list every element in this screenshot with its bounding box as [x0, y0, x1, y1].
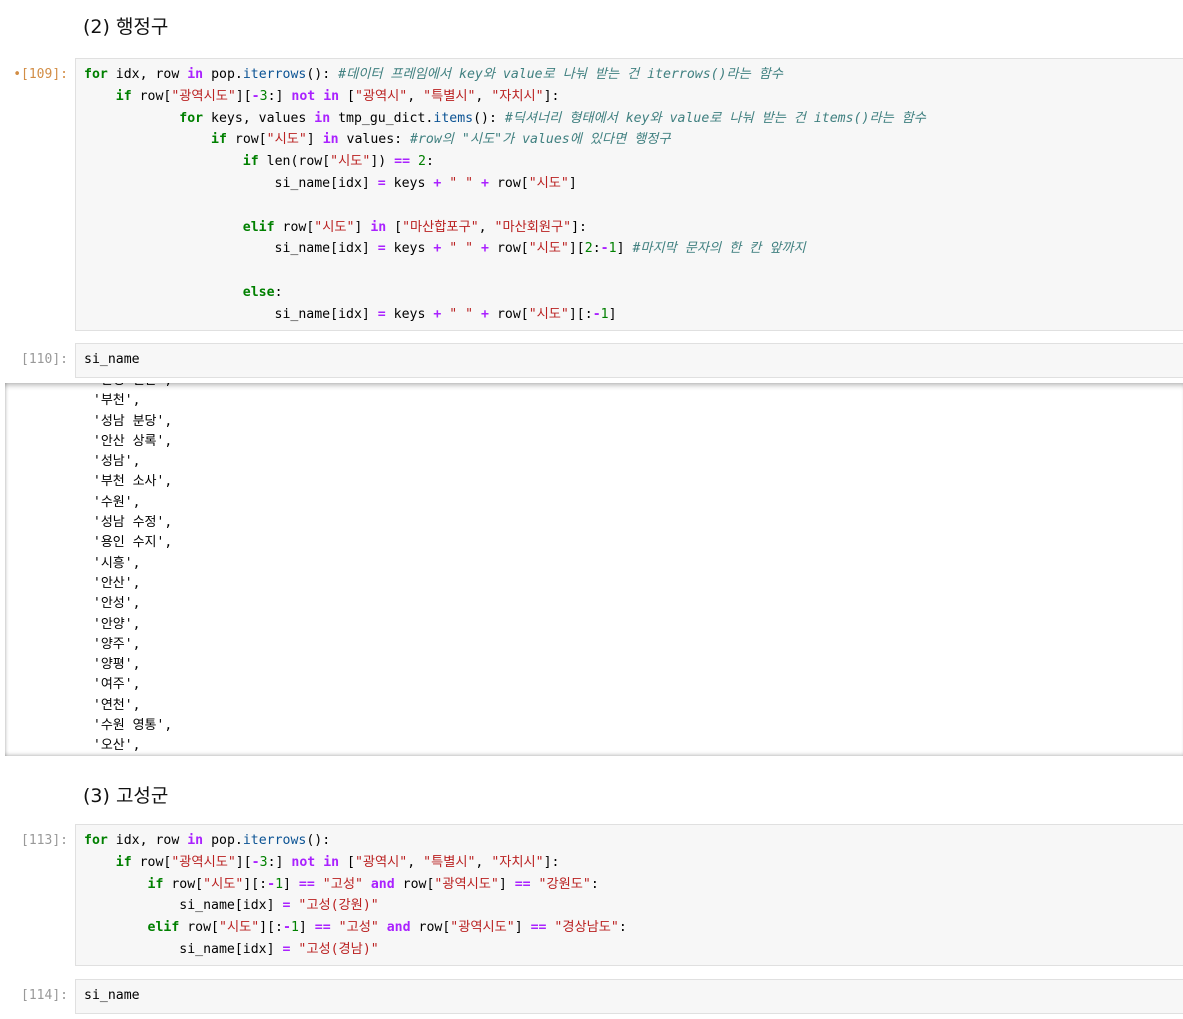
output-line: '부천 소사',	[93, 474, 173, 490]
output-line: '양평',	[93, 657, 141, 673]
output-line: '여주',	[93, 677, 141, 693]
output-line: '오산',	[93, 738, 141, 754]
output-line: '성남 분당',	[93, 413, 173, 429]
output-line: '양주',	[93, 636, 141, 652]
output-line: '부천',	[93, 393, 141, 409]
output-line: '용인 수지',	[93, 535, 173, 551]
output-line: '연천',	[93, 697, 141, 713]
code-cell-113[interactable]: for idx, row in pop.iterrows(): if row["…	[75, 824, 1183, 966]
output-line: '안산',	[93, 575, 141, 591]
code-cell-110-source: si_name	[84, 352, 140, 367]
output-line: '안성 일산',	[93, 383, 172, 391]
output-line: '성남',	[93, 454, 141, 470]
section-heading-goseong: (3) 고성군	[83, 785, 169, 807]
code-cell-114[interactable]: si_name	[75, 979, 1183, 1014]
output-list: '안성 일산', '부천', '성남 분당', '안산 상록', '성남', '부천 소사…	[93, 383, 172, 756]
output-line: '수원',	[93, 494, 141, 510]
code-cell-110[interactable]: si_name	[75, 343, 1183, 378]
output-line: '수원 영통',	[93, 718, 173, 734]
output-scroll-area[interactable]: '안성 일산', '부천', '성남 분당', '안산 상록', '성남', '부천 소사…	[5, 383, 1183, 756]
code-cell-109-source: for idx, row in pop.iterrows(): #데이터 프레임…	[84, 67, 926, 322]
output-line: '시흥',	[93, 555, 141, 571]
output-line: '성남 수정',	[93, 515, 173, 531]
output-line: '안산 상록',	[93, 433, 173, 449]
cell-prompt-114: [114]:	[21, 988, 68, 1003]
cell-prompt-113: [113]:	[21, 833, 68, 848]
code-cell-109[interactable]: for idx, row in pop.iterrows(): #데이터 프레임…	[75, 58, 1183, 331]
cell-prompt-109: •[109]:	[13, 67, 68, 82]
section-heading-haengjeonggu: (2) 행정구	[83, 16, 169, 38]
output-line: '안양',	[93, 616, 141, 632]
cell-prompt-110: [110]:	[21, 352, 68, 367]
code-cell-113-source: for idx, row in pop.iterrows(): if row["…	[84, 833, 627, 957]
output-line: '안성',	[93, 596, 141, 612]
code-cell-114-source: si_name	[84, 988, 140, 1003]
